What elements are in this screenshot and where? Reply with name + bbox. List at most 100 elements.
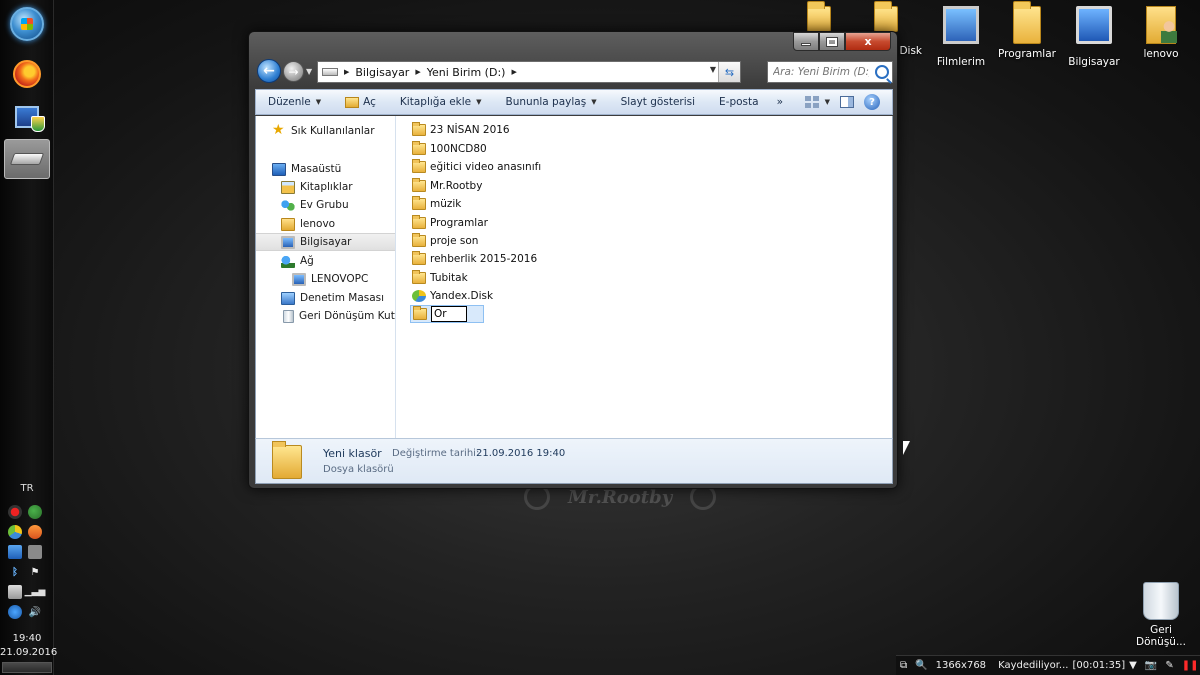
file-item-new-folder[interactable] — [410, 305, 484, 323]
file-name: eğitici video anasınıfı — [430, 161, 542, 173]
file-item-folder[interactable]: Programlar — [412, 214, 488, 232]
folder-icon — [1013, 1, 1041, 44]
bluetooth-icon[interactable]: ᛒ — [8, 565, 22, 579]
maximize-icon — [826, 36, 838, 47]
desktop-icon-bilgisayar[interactable]: Bilgisayar — [1061, 6, 1127, 68]
nav-favorites[interactable]: ★ Sık Kullanılanlar — [256, 122, 395, 140]
window-icon[interactable]: ⧉ — [900, 660, 907, 671]
desktop-icon-programlar[interactable]: Programlar — [994, 1, 1060, 60]
organize-button[interactable]: Düzenle ▼ — [256, 90, 333, 114]
preview-pane-icon[interactable] — [840, 96, 854, 108]
file-item-folder[interactable]: Mr.Rootby — [412, 177, 482, 195]
recent-pages-button[interactable]: ▼ — [306, 67, 312, 76]
refresh-button[interactable]: ⇆ — [718, 62, 740, 82]
file-item-folder[interactable]: rehberlik 2015-2016 — [412, 250, 537, 268]
clock[interactable]: 19:40 21.09.2016 — [0, 632, 57, 660]
zoom-icon[interactable]: 🔍 — [915, 660, 927, 671]
folder-large-icon — [272, 441, 302, 479]
nav-label: LENOVOPC — [311, 273, 369, 285]
taskbar-firefox[interactable] — [4, 54, 50, 94]
network-tray-icon[interactable] — [28, 505, 42, 519]
search-input[interactable] — [773, 66, 869, 78]
folder-icon — [413, 306, 427, 320]
breadcrumb-yeni-birim[interactable]: Yeni Birim (D:) — [427, 66, 506, 79]
update-tray-icon[interactable] — [28, 525, 42, 539]
open-folder-icon — [345, 96, 360, 108]
caption-buttons: x — [793, 32, 891, 51]
change-view-icon[interactable] — [804, 96, 819, 108]
breadcrumb-arrow-icon[interactable]: ▶ — [415, 68, 420, 76]
share-with-button[interactable]: Bununla paylaş ▼ — [494, 90, 609, 114]
power-icon[interactable] — [8, 585, 22, 599]
minimize-button[interactable] — [793, 32, 819, 51]
breadcrumb-arrow-icon[interactable]: ▶ — [511, 68, 516, 76]
close-button[interactable]: x — [845, 32, 891, 51]
user-folder-icon — [1146, 6, 1177, 44]
nav-network[interactable]: Ağ — [256, 252, 395, 270]
search-box[interactable] — [767, 61, 893, 83]
file-item-yandex-disk[interactable]: Yandex.Disk — [412, 287, 493, 305]
pencil-icon[interactable]: ✎ — [1165, 660, 1173, 671]
content-area: ★ Sık Kullanılanlar Masaüstü Kitaplıklar… — [255, 116, 893, 438]
volume-icon[interactable]: 🔊 — [28, 605, 42, 619]
pause-icon[interactable]: ❚❚ — [1182, 660, 1199, 671]
file-name: Programlar — [430, 217, 488, 229]
view-dropdown-icon[interactable]: ▼ — [825, 98, 830, 106]
breadcrumb-arrow-icon[interactable]: ▶ — [344, 68, 349, 76]
start-button[interactable] — [4, 4, 50, 44]
rename-input[interactable] — [431, 306, 467, 322]
file-item-folder[interactable]: eğitici video anasınıfı — [412, 158, 541, 176]
record-icon[interactable] — [8, 505, 22, 519]
file-item-folder[interactable]: 100NCD80 — [412, 140, 487, 158]
include-in-library-button[interactable]: Kitaplığa ekle ▼ — [388, 90, 494, 114]
file-item-folder[interactable]: proje son — [412, 232, 478, 250]
maximize-button[interactable] — [819, 32, 845, 51]
monitor-tray-icon[interactable] — [28, 545, 42, 559]
nav-computer[interactable]: Bilgisayar — [256, 233, 395, 251]
file-item-folder[interactable]: 23 NİSAN 2016 — [412, 121, 510, 139]
display-tray-icon[interactable] — [8, 545, 22, 559]
taskbar-explorer[interactable] — [4, 139, 50, 179]
nav-recycle-bin[interactable]: Geri Dönüşüm Kutusu — [256, 307, 395, 325]
slideshow-button[interactable]: Slayt gösterisi — [609, 90, 707, 114]
email-button[interactable]: E-posta — [707, 90, 771, 114]
network-icon — [281, 254, 295, 268]
nav-libraries[interactable]: Kitaplıklar — [256, 178, 395, 196]
camera-icon[interactable]: 📷 — [1145, 660, 1157, 671]
forward-button[interactable]: → — [283, 61, 304, 82]
taskbar-action-center[interactable] — [4, 97, 50, 137]
bluetooth-device-icon[interactable] — [8, 605, 22, 619]
network-computer-icon — [292, 272, 306, 286]
address-bar[interactable]: ▶ Bilgisayar ▶ Yeni Birim (D:) ▶ ▼ ⇆ — [317, 61, 741, 83]
folder-icon — [807, 1, 831, 32]
search-icon[interactable] — [875, 65, 889, 79]
nav-desktop[interactable]: Masaüstü — [256, 160, 395, 178]
language-indicator[interactable]: TR — [0, 483, 54, 494]
more-commands-button[interactable]: » — [771, 90, 789, 114]
back-button[interactable]: ← — [257, 59, 281, 83]
signal-icon[interactable]: ▁▃▅ — [25, 585, 46, 599]
nav-homegroup[interactable]: Ev Grubu — [256, 196, 395, 214]
nav-network-pc[interactable]: LENOVOPC — [256, 270, 395, 288]
file-item-folder[interactable]: müzik — [412, 195, 461, 213]
share-label: Bununla paylaş — [505, 96, 587, 108]
flag-icon[interactable]: ⚑ — [28, 565, 42, 579]
desktop-icon-lenovo[interactable]: lenovo — [1128, 6, 1194, 60]
open-button[interactable]: Aç — [333, 90, 388, 114]
network-icon — [943, 6, 979, 44]
nav-control-panel[interactable]: Denetim Masası — [256, 289, 395, 307]
user-folder-icon — [281, 217, 295, 231]
file-item-folder[interactable]: Tubitak — [412, 269, 468, 287]
chevron-down-icon: ▼ — [476, 98, 482, 106]
recorder-dropdown-icon[interactable]: ▼ — [1129, 660, 1137, 671]
nav-user[interactable]: lenovo — [256, 215, 395, 233]
recorder-bar: ⧉ 🔍 1366x768 Kaydediliyor... [00:01:35] … — [896, 655, 1200, 675]
desktop-icon-filmlerim[interactable]: Filmlerim — [928, 6, 994, 68]
breadcrumb-bilgisayar[interactable]: Bilgisayar — [355, 66, 409, 79]
yandex-disk-tray-icon[interactable] — [8, 525, 22, 539]
show-desktop-button[interactable] — [2, 662, 52, 673]
desktop-icon-recycle-bin[interactable]: Geri Dönüşü... — [1128, 582, 1194, 648]
address-dropdown-icon[interactable]: ▼ — [710, 65, 716, 74]
folder-icon — [412, 141, 426, 155]
help-icon[interactable]: ? — [864, 94, 880, 110]
